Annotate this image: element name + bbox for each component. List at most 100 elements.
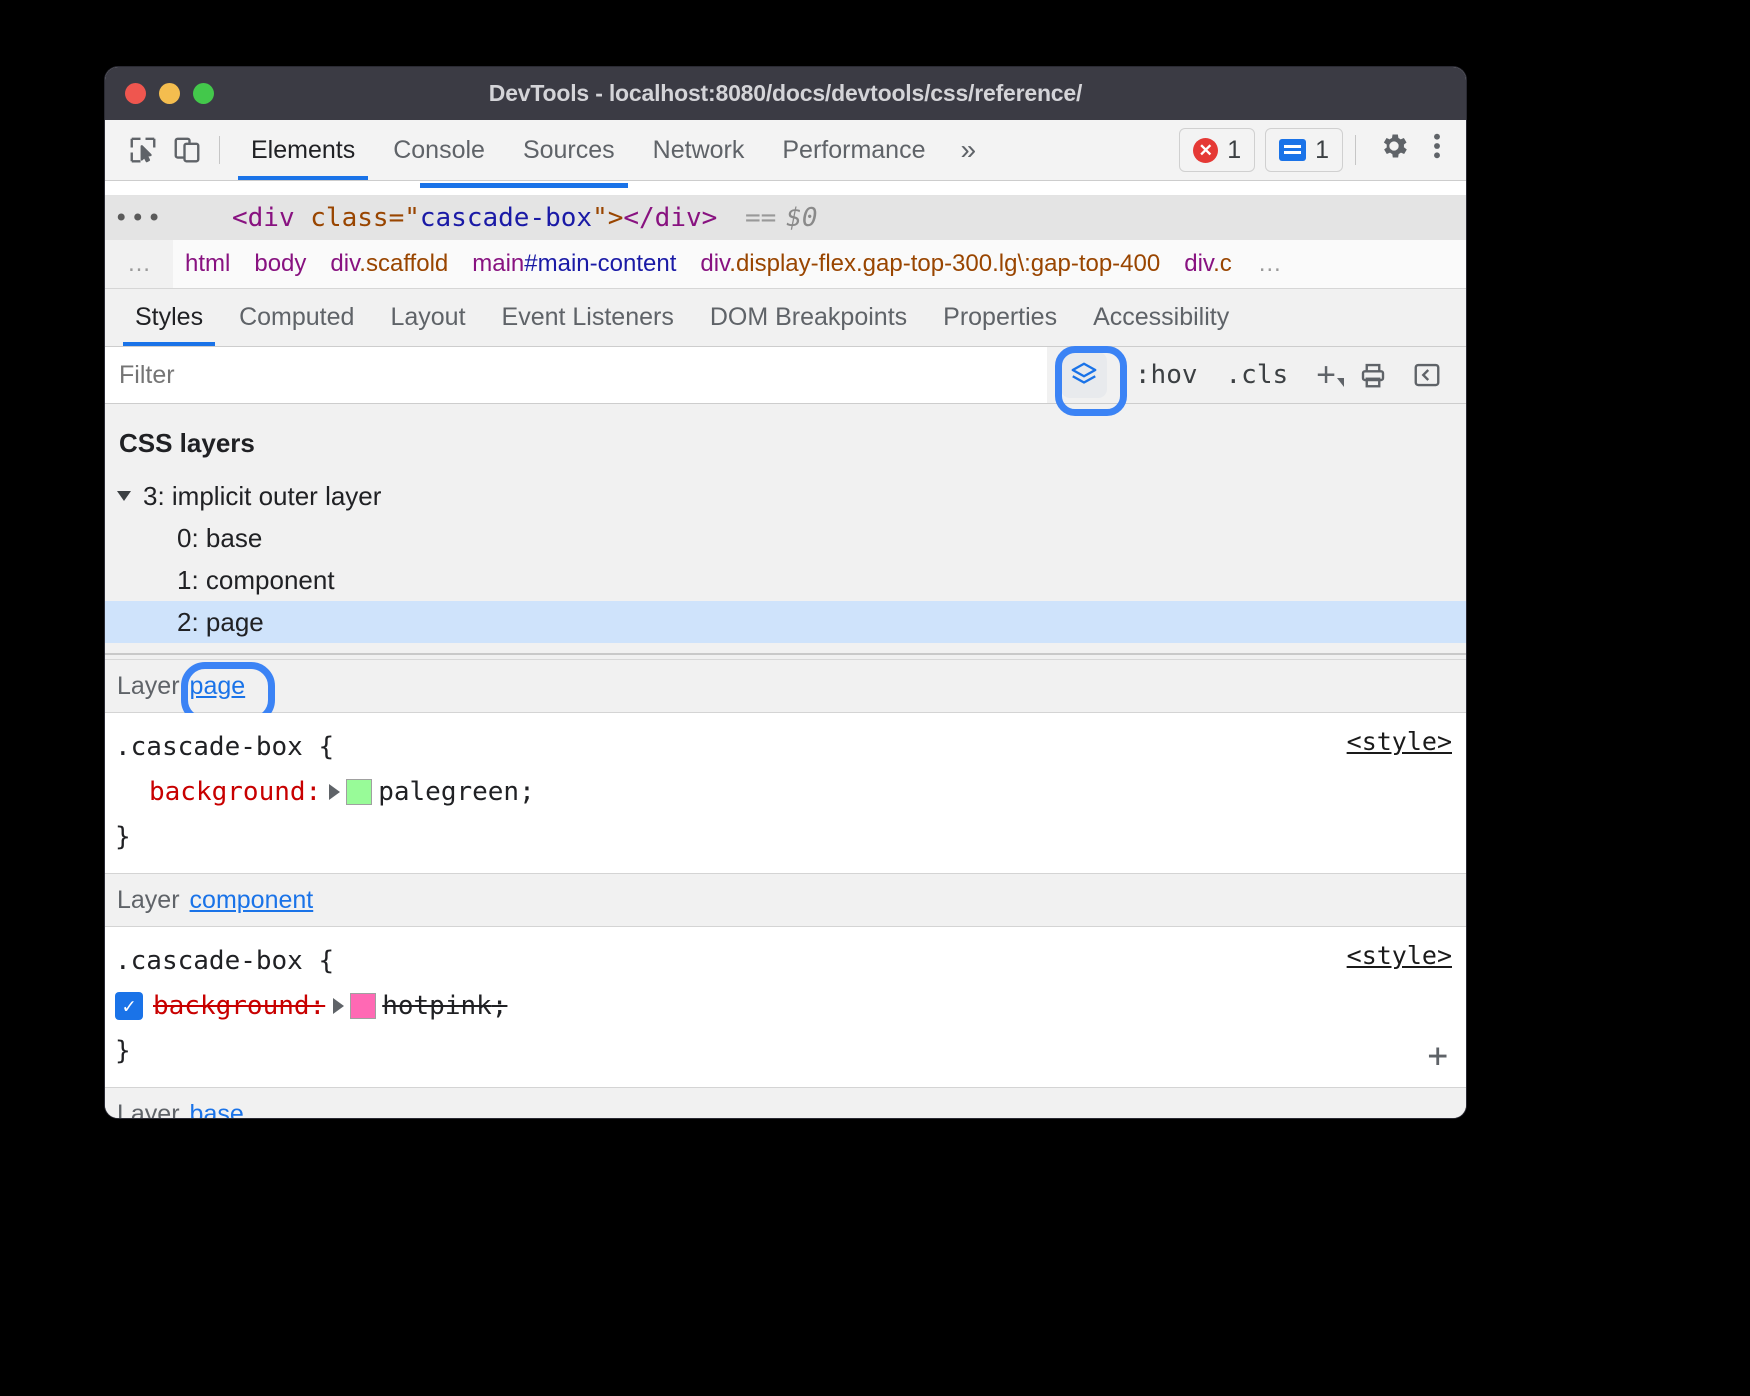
dom-equals: == (745, 203, 776, 233)
style-rule-component: .cascade-box { ✓ background: hotpink; } … (105, 927, 1466, 1088)
device-toolbar-icon[interactable] (165, 128, 209, 172)
declaration-value[interactable]: hotpink (382, 983, 492, 1029)
layer-header-base-label: Layer (117, 1100, 180, 1119)
declaration-enabled-checkbox[interactable]: ✓ (115, 992, 143, 1020)
toolbar-divider (219, 136, 220, 164)
toggle-element-classes-button[interactable]: .cls (1212, 360, 1303, 390)
tab-event-listeners-label: Event Listeners (502, 303, 674, 332)
layer-node-base[interactable]: 0: base (105, 517, 1466, 559)
layer-node-page[interactable]: 2: page (105, 601, 1466, 643)
tab-elements-label: Elements (251, 136, 355, 165)
layer-link-base[interactable]: base (190, 1100, 244, 1119)
breadcrumb-item-html[interactable]: html (173, 250, 242, 278)
color-swatch[interactable] (346, 779, 372, 805)
style-rule-component-selector[interactable]: .cascade-box { (105, 939, 1466, 983)
error-count-label: 1 (1227, 136, 1241, 165)
declaration-colon: : (306, 769, 322, 815)
window-title: DevTools - localhost:8080/docs/devtools/… (105, 80, 1466, 107)
tab-network[interactable]: Network (634, 120, 764, 180)
breadcrumb-overflow-right[interactable]: … (1244, 250, 1298, 278)
tab-sources-label: Sources (523, 136, 615, 165)
layer-link-component[interactable]: component (190, 886, 314, 915)
dom-attr-value: cascade-box (420, 203, 592, 233)
tab-styles[interactable]: Styles (117, 289, 221, 346)
style-origin-link-component[interactable]: <style> (1347, 941, 1452, 970)
minimize-window-button[interactable] (159, 83, 180, 104)
more-tabs-icon[interactable]: » (944, 134, 989, 166)
layer-link-page[interactable]: page (190, 672, 246, 701)
panel-tabs: Elements Console Sources Network Perform… (232, 120, 944, 180)
tab-event-listeners[interactable]: Event Listeners (484, 289, 692, 346)
layer-header-base: Layer base (105, 1088, 1466, 1118)
breadcrumb-item-main-tag: main (472, 250, 524, 277)
tab-performance[interactable]: Performance (763, 120, 944, 180)
add-declaration-button[interactable]: + (1428, 1039, 1448, 1073)
dom-close-tag: </div> (623, 203, 717, 233)
message-count-badge[interactable]: 1 (1265, 128, 1343, 172)
tab-network-label: Network (653, 136, 745, 165)
chevron-down-icon (1337, 378, 1344, 387)
css-layers-icon[interactable] (1061, 352, 1107, 398)
print-preview-icon[interactable] (1346, 360, 1400, 390)
breadcrumb-item-div-scaffold[interactable]: div.scaffold (318, 250, 460, 278)
breadcrumb-item-div-truncated[interactable]: div.c (1172, 250, 1244, 278)
window-titlebar: DevTools - localhost:8080/docs/devtools/… (105, 67, 1466, 120)
layer-node-implicit-outer-label: 3: implicit outer layer (143, 481, 381, 512)
breadcrumb-item-div-scaffold-tag: div (330, 250, 359, 277)
toolbar-divider-right (1355, 135, 1356, 165)
tab-computed[interactable]: Computed (221, 289, 372, 346)
expand-shorthand-icon[interactable] (333, 998, 344, 1014)
inspect-icon[interactable] (121, 128, 165, 172)
dom-ellipsis[interactable]: ••• (105, 204, 232, 232)
breadcrumb-overflow-left[interactable]: … (105, 240, 173, 288)
expand-shorthand-icon[interactable] (329, 784, 340, 800)
toggle-pseudo-states-button[interactable]: :hov (1121, 360, 1212, 390)
declaration-value[interactable]: palegreen (378, 769, 519, 815)
collapse-sidebar-icon[interactable] (1400, 360, 1454, 390)
message-count-label: 1 (1315, 136, 1329, 165)
dom-tag-name: div (248, 203, 295, 233)
declaration-property[interactable]: background (149, 769, 306, 815)
error-count-badge[interactable]: ✕ 1 (1179, 128, 1255, 172)
kebab-menu-icon[interactable] (1420, 130, 1452, 170)
close-window-button[interactable] (125, 83, 146, 104)
layer-header-page: Layer page (105, 660, 1466, 713)
breadcrumb-item-body[interactable]: body (242, 250, 318, 278)
tab-sources[interactable]: Sources (504, 120, 634, 180)
dom-open-bracket: < (232, 203, 248, 233)
dom-node-markup: <div class="cascade-box"></div> ==$0 (232, 203, 818, 233)
style-rule-page: .cascade-box { background: palegreen; } … (105, 713, 1466, 874)
dom-attr-close: "> (592, 203, 623, 233)
breadcrumb-item-main[interactable]: main#main-content (460, 250, 688, 278)
declaration-background-palegreen[interactable]: background: palegreen; (105, 769, 1466, 815)
tab-dom-breakpoints[interactable]: DOM Breakpoints (692, 289, 925, 346)
devtools-window: DevTools - localhost:8080/docs/devtools/… (105, 67, 1466, 1118)
gear-icon[interactable] (1368, 130, 1420, 170)
layer-header-component: Layer component (105, 874, 1466, 927)
chevron-down-icon[interactable] (117, 491, 131, 501)
breadcrumb-item-html-label: html (185, 250, 230, 277)
tab-accessibility-label: Accessibility (1093, 303, 1229, 332)
breadcrumb-item-main-id: #main-content (524, 250, 676, 277)
breadcrumb-item-div-flex[interactable]: div.display-flex.gap-top-300.lg\:gap-top… (688, 250, 1172, 278)
color-swatch[interactable] (350, 993, 376, 1019)
declaration-property[interactable]: background (153, 983, 310, 1029)
declaration-background-hotpink[interactable]: ✓ background: hotpink; (105, 983, 1466, 1029)
search-input[interactable] (105, 347, 1047, 403)
zoom-window-button[interactable] (193, 83, 214, 104)
layer-node-component[interactable]: 1: component (105, 559, 1466, 601)
style-rule-page-selector[interactable]: .cascade-box { (105, 725, 1466, 769)
tab-dom-breakpoints-label: DOM Breakpoints (710, 303, 907, 332)
tab-console[interactable]: Console (374, 120, 504, 180)
tab-properties[interactable]: Properties (925, 289, 1075, 346)
dom-selected-node-row[interactable]: ••• <div class="cascade-box"></div> ==$0 (105, 196, 1466, 240)
tab-layout[interactable]: Layout (372, 289, 483, 346)
new-style-rule-button[interactable]: + (1302, 356, 1346, 395)
style-rule-page-close-brace: } (105, 815, 1466, 859)
style-origin-link-page[interactable]: <style> (1347, 727, 1452, 756)
tab-accessibility[interactable]: Accessibility (1075, 289, 1247, 346)
layer-node-component-label: 1: component (177, 565, 335, 596)
tab-elements[interactable]: Elements (232, 120, 374, 180)
screenshot-root: DevTools - localhost:8080/docs/devtools/… (0, 0, 1750, 1396)
layer-node-implicit-outer[interactable]: 3: implicit outer layer (105, 475, 1466, 517)
